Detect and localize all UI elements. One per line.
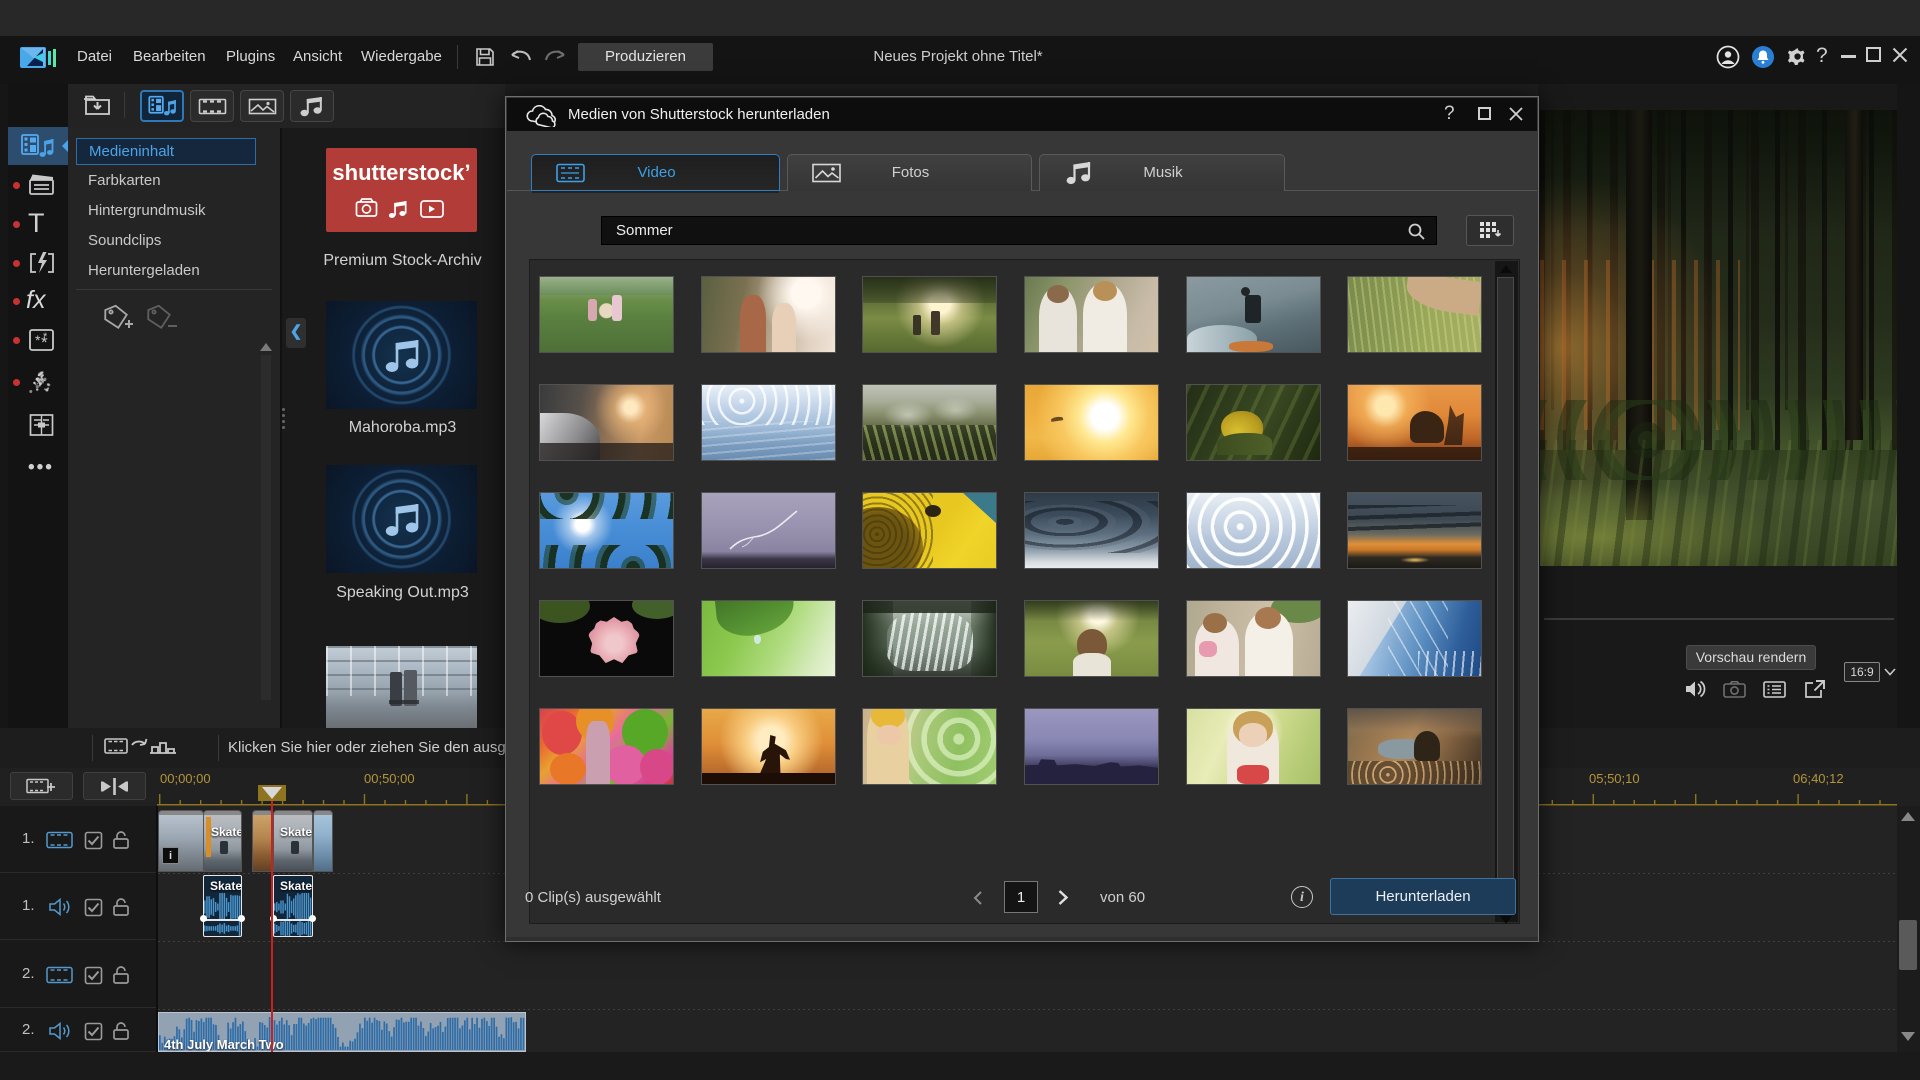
svg-text:*: * bbox=[43, 331, 48, 343]
